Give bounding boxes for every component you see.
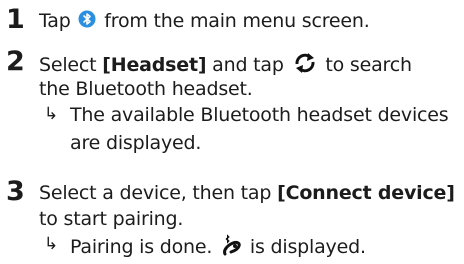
step-1: 1 Tap from the main menu screen.	[6, 4, 456, 35]
step-text: Select	[39, 54, 97, 76]
step-number: 3	[6, 176, 25, 207]
headset-option-label: [Headset]	[102, 54, 207, 76]
step-3-line-2: to start pairing.	[39, 208, 184, 230]
bluetooth-headset-icon	[220, 234, 242, 261]
step-2-line-2: the Bluetooth headset.	[39, 78, 253, 100]
bluetooth-icon	[78, 10, 96, 33]
result-text-line-1: The available Bluetooth headset devices	[70, 104, 449, 126]
result-arrow-icon: ↳	[44, 104, 59, 124]
refresh-icon	[293, 52, 317, 79]
step-text: Select a device, then tap	[39, 182, 272, 204]
step-1-line: Tap from the main menu screen.	[39, 10, 370, 33]
step-3-line-1: Select a device, then tap [Connect devic…	[39, 182, 455, 204]
step-text: and tap	[212, 54, 284, 76]
result-text-after: is displayed.	[249, 236, 366, 258]
step-3: 3 Select a device, then tap [Connect dev…	[6, 176, 462, 261]
result-text: Pairing is done. is displayed.	[70, 234, 366, 261]
step-number: 2	[6, 46, 25, 77]
step-text: to search	[325, 54, 412, 76]
step-text: from the main menu screen.	[104, 10, 370, 32]
result-text-line-2: are displayed.	[70, 132, 202, 154]
step-2: 2 Select [Headset] and tap to search the…	[6, 46, 456, 160]
result-text-before: Pairing is done.	[70, 236, 213, 258]
result-arrow-icon: ↳	[44, 234, 59, 254]
step-text: Tap	[39, 10, 71, 32]
connect-device-option-label: [Connect device]	[277, 182, 455, 204]
step-number: 1	[6, 4, 25, 35]
step-2-line-1: Select [Headset] and tap to search	[39, 52, 412, 79]
